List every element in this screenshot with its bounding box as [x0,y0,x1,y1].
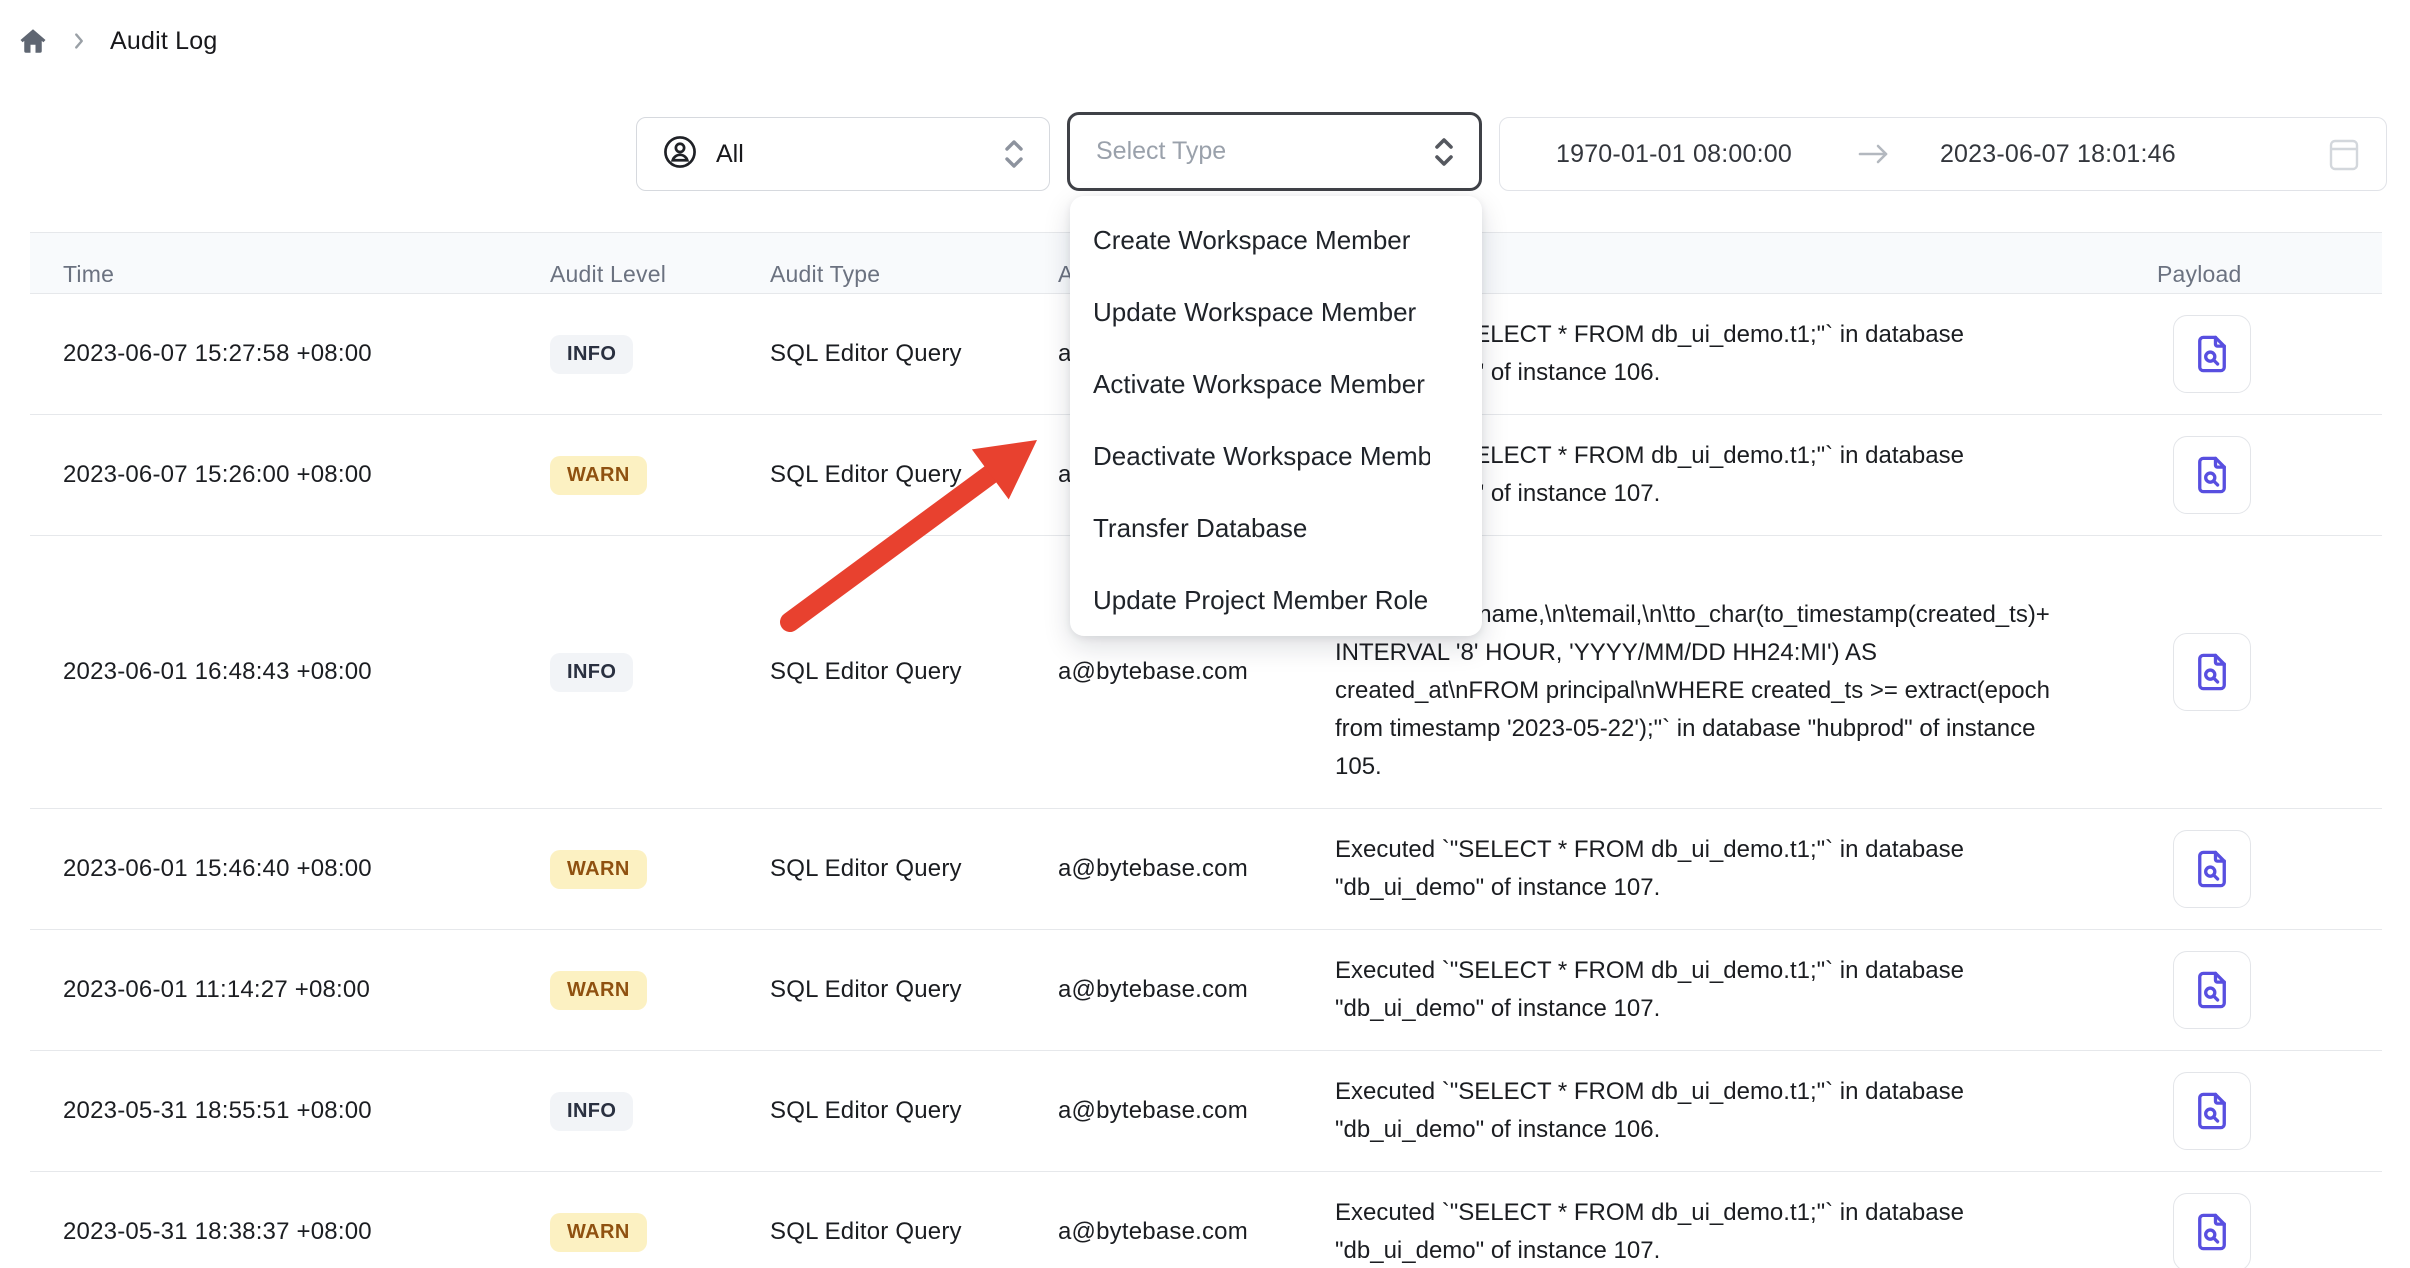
cell-audit-level: INFO [520,653,740,692]
chevron-right-icon [68,30,90,52]
cell-time: 2023-05-31 18:55:51 +08:00 [30,1097,520,1125]
cell-audit-level: WARN [520,456,740,495]
cell-time: 2023-06-07 15:26:00 +08:00 [30,461,520,489]
status-badge: INFO [550,335,633,374]
table-row: 2023-06-01 11:14:27 +08:00 WARN SQL Edit… [30,930,2382,1051]
table-row: 2023-05-31 18:55:51 +08:00 INFO SQL Edit… [30,1051,2382,1172]
cell-audit-level: INFO [520,335,740,374]
view-payload-button[interactable] [2173,633,2251,711]
cell-actor: a@bytebase.com [1028,976,1305,1004]
type-filter-placeholder: Select Type [1096,137,1431,166]
date-to[interactable]: 2023-06-07 18:01:46 [1940,140,2176,169]
dropdown-option-update-project-member-role[interactable]: Update Project Member Role [1070,564,1430,636]
col-header-audit-type: Audit Type [740,261,1028,288]
status-badge: INFO [550,1092,633,1131]
dropdown-option-deactivate-workspace-member[interactable]: Deactivate Workspace Member [1070,420,1430,492]
cell-payload [2125,1193,2382,1268]
col-header-payload: Payload [2125,261,2382,288]
cell-audit-type: SQL Editor Query [740,658,1028,686]
cell-time: 2023-06-01 15:46:40 +08:00 [30,855,520,883]
user-circle-icon [661,133,699,176]
cell-payload [2125,951,2382,1029]
cell-payload [2125,1072,2382,1150]
cell-actor: a@bytebase.com [1028,855,1305,883]
file-search-icon [2191,651,2233,693]
actor-filter-value: All [716,140,984,169]
cell-time: 2023-06-01 11:14:27 +08:00 [30,976,520,1004]
dropdown-option-transfer-database[interactable]: Transfer Database [1070,492,1430,564]
updown-chevrons-icon [1431,135,1457,169]
cell-comment: Executed `"SELECT * FROM db_ui_demo.t1;"… [1305,1051,2125,1171]
cell-payload [2125,315,2382,393]
dropdown-option-activate-workspace-member[interactable]: Activate Workspace Member [1070,348,1430,420]
file-search-icon [2191,969,2233,1011]
cell-audit-level: WARN [520,850,740,889]
actor-filter-select[interactable]: All [636,117,1050,191]
cell-time: 2023-06-01 16:48:43 +08:00 [30,658,520,686]
view-payload-button[interactable] [2173,1072,2251,1150]
home-icon[interactable] [18,26,48,56]
cell-actor: a@bytebase.com [1028,1218,1305,1246]
status-badge: WARN [550,1213,647,1252]
cell-audit-level: WARN [520,971,740,1010]
type-filter-dropdown: Create Workspace Member Update Workspace… [1070,196,1482,636]
cell-actor: a@bytebase.com [1028,1097,1305,1125]
date-range-picker[interactable]: 1970-01-01 08:00:00 2023-06-07 18:01:46 [1499,117,2387,191]
cell-time: 2023-05-31 18:38:37 +08:00 [30,1218,520,1246]
cell-time: 2023-06-07 15:27:58 +08:00 [30,340,520,368]
cell-payload [2125,830,2382,908]
col-header-audit-level: Audit Level [520,261,740,288]
calendar-icon[interactable] [2328,136,2360,172]
date-from[interactable]: 1970-01-01 08:00:00 [1556,140,1792,169]
file-search-icon [2191,454,2233,496]
file-search-icon [2191,1090,2233,1132]
cell-audit-type: SQL Editor Query [740,1218,1028,1246]
cell-payload [2125,633,2382,711]
cell-actor: a@bytebase.com [1028,658,1305,686]
cell-payload [2125,436,2382,514]
cell-comment: Executed `"SELECT * FROM db_ui_demo.t1;"… [1305,1172,2125,1268]
cell-audit-type: SQL Editor Query [740,461,1028,489]
table-row: 2023-06-01 15:46:40 +08:00 WARN SQL Edit… [30,809,2382,930]
dropdown-option-create-workspace-member[interactable]: Create Workspace Member [1070,204,1430,276]
cell-audit-level: WARN [520,1213,740,1252]
cell-audit-type: SQL Editor Query [740,340,1028,368]
cell-audit-level: INFO [520,1092,740,1131]
view-payload-button[interactable] [2173,436,2251,514]
cell-audit-type: SQL Editor Query [740,855,1028,883]
breadcrumb: Audit Log [18,26,217,56]
dropdown-option-update-workspace-member[interactable]: Update Workspace Member [1070,276,1430,348]
file-search-icon [2191,848,2233,890]
cell-comment: Executed `"SELECT * FROM db_ui_demo.t1;"… [1305,809,2125,929]
status-badge: INFO [550,653,633,692]
cell-audit-type: SQL Editor Query [740,1097,1028,1125]
view-payload-button[interactable] [2173,830,2251,908]
view-payload-button[interactable] [2173,1193,2251,1268]
table-row: 2023-05-31 18:38:37 +08:00 WARN SQL Edit… [30,1172,2382,1268]
status-badge: WARN [550,850,647,889]
status-badge: WARN [550,456,647,495]
updown-chevrons-icon [1001,137,1027,171]
page-title: Audit Log [110,27,217,56]
cell-comment: Executed `"SELECT * FROM db_ui_demo.t1;"… [1305,930,2125,1050]
type-filter-select[interactable]: Select Type [1067,112,1482,191]
cell-audit-type: SQL Editor Query [740,976,1028,1004]
status-badge: WARN [550,971,647,1010]
file-search-icon [2191,333,2233,375]
arrow-right-icon [1792,139,1940,169]
file-search-icon [2191,1211,2233,1253]
view-payload-button[interactable] [2173,315,2251,393]
view-payload-button[interactable] [2173,951,2251,1029]
col-header-time: Time [30,261,520,288]
